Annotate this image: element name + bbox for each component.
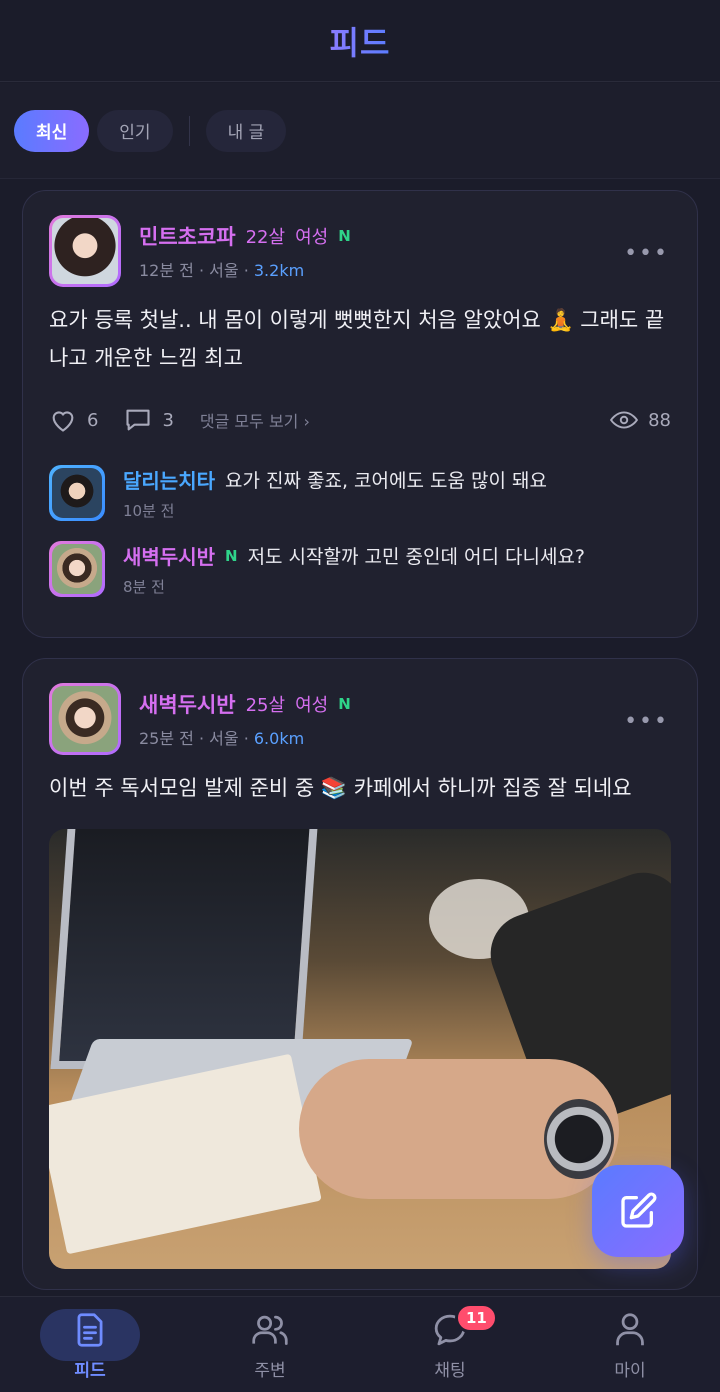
- comment-icon: [126, 409, 151, 431]
- view-all-comments-link[interactable]: 댓글 모두 보기 ›: [200, 408, 310, 432]
- comment-button[interactable]: 3: [124, 407, 174, 433]
- nav-chat[interactable]: 채팅 11: [360, 1297, 540, 1392]
- nav-my[interactable]: 마이: [540, 1297, 720, 1392]
- nav-label: 마이: [614, 1361, 646, 1381]
- post-time: 12분 전: [139, 261, 194, 280]
- like-button[interactable]: 6: [49, 407, 98, 433]
- unread-badge: 11: [455, 1303, 498, 1333]
- post-meta: 25분 전 · 서울 · 6.0km: [139, 725, 351, 749]
- nav-feed[interactable]: 피드: [0, 1297, 180, 1392]
- image-watch: [544, 1099, 614, 1179]
- feed-tabs: 최신 인기 내 글: [0, 83, 720, 179]
- nav-label: 채팅: [434, 1361, 466, 1381]
- comment-item: 달리는치타 요가 진짜 좋죠, 코어에도 도움 많이 돼요 10분 전: [49, 465, 671, 521]
- comment-list: 달리는치타 요가 진짜 좋죠, 코어에도 도움 많이 돼요 10분 전 새벽두시…: [49, 465, 671, 597]
- post-time: 25분 전: [139, 729, 194, 748]
- post-location: 서울: [209, 729, 239, 748]
- tab-divider: [188, 115, 190, 146]
- post-distance: 6.0km: [253, 729, 305, 748]
- more-options-icon[interactable]: •••: [624, 241, 669, 266]
- write-post-button[interactable]: [592, 1165, 684, 1257]
- comment-item: 새벽두시반 N 저도 시작할까 고민 중인데 어디 다니세요? 8분 전: [49, 541, 671, 597]
- bottom-nav: 피드 주변 채팅 11 마이: [0, 1296, 720, 1392]
- author-gender: 여성: [295, 227, 329, 248]
- avatar[interactable]: [49, 465, 105, 521]
- post-author: 새벽두시반 25살 여성 N 25분 전 · 서울 · 6.0km: [49, 683, 671, 755]
- post-location: 서울: [209, 261, 239, 280]
- feed-list[interactable]: 민트초코파 22살 여성 N 12분 전 · 서울 · 3.2km ••• 요가…: [0, 180, 720, 1295]
- author-age: 22살: [245, 227, 286, 248]
- comment-time: 10분 전: [123, 502, 175, 520]
- document-icon: [77, 1313, 103, 1347]
- comment-author[interactable]: 달리는치타: [123, 465, 215, 494]
- tab-latest[interactable]: 최신: [14, 109, 90, 152]
- nav-label: 주변: [254, 1361, 286, 1381]
- post-actions: 6 3 댓글 모두 보기 › 88: [49, 405, 671, 435]
- new-badge: N: [338, 227, 351, 245]
- meta-separator: ·: [243, 729, 254, 748]
- author-gender: 여성: [295, 695, 329, 716]
- page-title: 피드: [330, 18, 391, 64]
- person-icon: [616, 1313, 644, 1346]
- author-age: 25살: [245, 695, 286, 716]
- like-count: 6: [87, 409, 99, 431]
- nav-label: 피드: [74, 1361, 106, 1381]
- post-image[interactable]: [49, 829, 671, 1269]
- meta-separator: ·: [198, 729, 210, 748]
- post-meta: 12분 전 · 서울 · 3.2km: [139, 257, 351, 281]
- avatar[interactable]: [49, 541, 105, 597]
- comment-time: 8분 전: [123, 578, 165, 596]
- new-badge: N: [225, 546, 238, 565]
- people-icon: [252, 1315, 288, 1345]
- comment-text: 저도 시작할까 고민 중인데 어디 다니세요?: [247, 546, 586, 568]
- image-laptop: [50, 829, 318, 1069]
- comment-text: 요가 진짜 좋죠, 코어에도 도움 많이 돼요: [225, 470, 547, 492]
- tab-my-posts[interactable]: 내 글: [205, 109, 287, 152]
- meta-separator: ·: [243, 261, 254, 280]
- new-badge: N: [338, 695, 351, 713]
- avatar[interactable]: [49, 215, 121, 287]
- author-name[interactable]: 새벽두시반: [139, 689, 236, 719]
- view-count-value: 88: [648, 409, 671, 431]
- more-options-icon[interactable]: •••: [624, 709, 669, 734]
- nav-nearby[interactable]: 주변: [180, 1297, 360, 1392]
- heart-icon: [52, 411, 74, 432]
- post-author: 민트초코파 22살 여성 N 12분 전 · 서울 · 3.2km: [49, 215, 671, 287]
- post-card[interactable]: 민트초코파 22살 여성 N 12분 전 · 서울 · 3.2km ••• 요가…: [22, 190, 698, 638]
- edit-icon: [621, 1192, 657, 1228]
- post-distance: 3.2km: [253, 261, 305, 280]
- meta-separator: ·: [198, 261, 210, 280]
- comment-count: 3: [162, 409, 174, 431]
- eye-icon: [610, 411, 639, 429]
- tab-popular[interactable]: 인기: [97, 109, 173, 152]
- author-name[interactable]: 민트초코파: [139, 221, 236, 251]
- avatar[interactable]: [49, 683, 121, 755]
- view-count: 88: [610, 410, 671, 431]
- app-header: 피드: [0, 0, 720, 82]
- post-text: 요가 등록 첫날.. 내 몸이 이렇게 뻣뻣한지 처음 알았어요 🧘 그래도 끝…: [49, 308, 665, 370]
- comment-author[interactable]: 새벽두시반: [123, 541, 215, 570]
- post-text: 이번 주 독서모임 발제 준비 중 📚 카페에서 하니까 집중 잘 되네요: [49, 776, 632, 800]
